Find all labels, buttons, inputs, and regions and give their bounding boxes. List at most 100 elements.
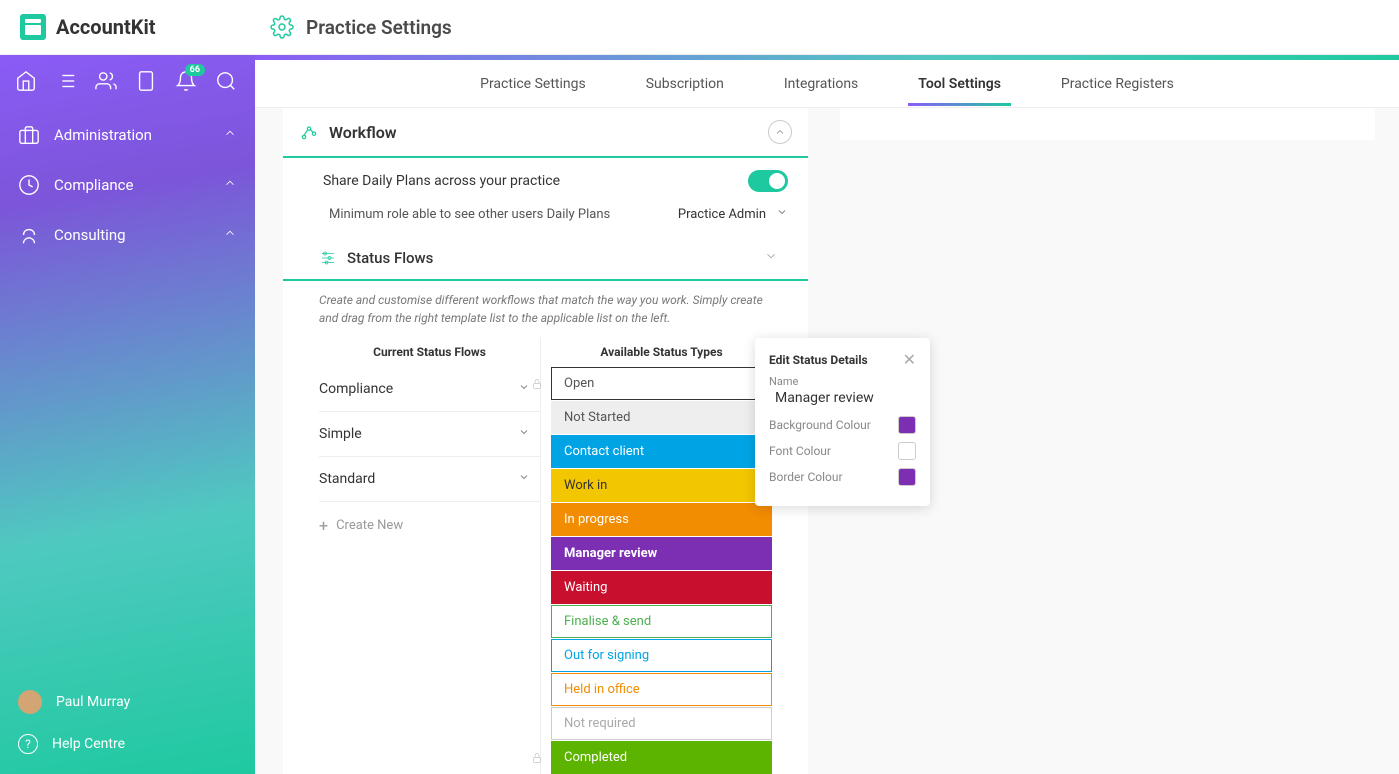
status-box[interactable]: Waiting [551,571,772,604]
chevron-down-icon [518,471,530,487]
user-profile[interactable]: Paul Murray [0,680,255,724]
status-item[interactable]: Not required [551,707,772,740]
sidebar-item-label: Compliance [54,176,133,194]
sidebar-toolbar: 66 [0,55,255,110]
border-color-swatch[interactable] [898,468,916,486]
chevron-up-icon [223,226,237,244]
status-item[interactable]: Out for signing [551,639,772,672]
flow-item-standard[interactable]: Standard [319,457,540,502]
status-item[interactable]: Waiting [551,571,772,604]
status-box[interactable]: Contact client [551,435,772,468]
status-box[interactable]: In progress [551,503,772,536]
tab-integrations[interactable]: Integrations [784,62,858,106]
status-item[interactable]: Contact client [551,435,772,468]
status-box[interactable]: Held in office [551,673,772,706]
min-role-row: Minimum role able to see other users Dai… [283,200,808,236]
status-flows-header[interactable]: Status Flows [283,236,808,281]
flow-item-simple[interactable]: Simple [319,412,540,457]
tab-practice-settings[interactable]: Practice Settings [480,62,586,106]
page-title: Practice Settings [306,16,452,39]
search-icon[interactable] [215,70,237,96]
status-item[interactable]: Completed [551,741,772,774]
list-icon[interactable] [55,70,77,96]
logo-area: AccountKit [0,14,255,40]
workflow-panel: Workflow Share Daily Plans across your p… [283,108,808,774]
page-title-area: Practice Settings [255,15,452,39]
border-color-label: Border Colour [769,470,898,484]
status-box[interactable]: Open [551,367,772,400]
border-color-row: Border Colour [769,468,916,486]
status-item[interactable]: Work in [551,469,772,502]
status-item[interactable]: Finalise & send [551,605,772,638]
plus-icon: + [319,516,328,535]
status-item[interactable]: Open [551,367,772,400]
logo-icon [20,14,46,40]
create-new-flow[interactable]: + Create New [319,502,540,549]
workflow-title: Workflow [329,123,768,142]
help-centre[interactable]: ? Help Centre [0,724,255,764]
close-icon[interactable]: ✕ [903,350,916,369]
bg-color-swatch[interactable] [898,416,916,434]
chevron-down-icon [518,381,530,397]
chevron-down-icon [776,206,788,222]
users-icon[interactable] [95,70,117,96]
status-item[interactable]: Not Started [551,401,772,434]
app-name: AccountKit [56,15,156,39]
status-box[interactable]: Manager review [551,537,772,570]
bg-color-row: Background Colour [769,416,916,434]
font-color-swatch[interactable] [898,442,916,460]
status-box[interactable]: Completed [551,741,772,774]
min-role-value[interactable]: Practice Admin [678,207,766,222]
flow-label: Simple [319,426,362,442]
name-input[interactable]: Manager review [769,390,916,406]
status-box[interactable]: Not required [551,707,772,740]
status-box[interactable]: Work in [551,469,772,502]
notification-badge: 66 [185,64,205,76]
sidebar-item-label: Consulting [54,226,126,244]
app-header: AccountKit Practice Settings [0,0,1399,55]
avatar [18,690,42,714]
collapse-button[interactable] [768,120,792,144]
main-content: Workflow Share Daily Plans across your p… [255,108,1399,774]
status-box[interactable]: Out for signing [551,639,772,672]
tab-tool-settings[interactable]: Tool Settings [918,62,1001,106]
sidebar-item-administration[interactable]: Administration [0,110,255,160]
sidebar-nav: Administration Compliance Consulting [0,110,255,260]
status-box[interactable]: Finalise & send [551,605,772,638]
col-left-header: Current Status Flows [319,337,540,367]
font-color-label: Font Colour [769,444,898,458]
sidebar-item-compliance[interactable]: Compliance [0,160,255,210]
status-box[interactable]: Not Started [551,401,772,434]
flow-label: Compliance [319,381,393,397]
edit-status-popup: Edit Status Details ✕ Name Manager revie… [755,338,930,506]
notification-icon[interactable]: 66 [175,70,197,96]
sidebar-bottom: Paul Murray ? Help Centre [0,680,255,764]
status-item[interactable]: Manager review [551,537,772,570]
col-right-header: Available Status Types [551,337,772,367]
lock-icon [531,749,543,768]
home-icon[interactable] [15,70,37,96]
flow-label: Standard [319,471,375,487]
tab-practice-registers[interactable]: Practice Registers [1061,62,1174,106]
settings-gear-icon [270,15,294,39]
flow-item-compliance[interactable]: Compliance [319,367,540,412]
popup-header: Edit Status Details ✕ [769,350,916,369]
status-item[interactable]: Held in office [551,673,772,706]
chevron-down-icon [518,426,530,442]
chevron-down-icon [764,248,788,267]
bg-color-label: Background Colour [769,418,898,432]
chevron-up-icon [223,126,237,144]
share-daily-plans-toggle[interactable] [748,170,788,192]
device-icon[interactable] [135,70,157,96]
tabs: Practice Settings Subscription Integrati… [255,60,1399,108]
status-flows-columns: Current Status Flows Compliance Simple S… [283,337,808,774]
status-item[interactable]: In progress [551,503,772,536]
help-label: Help Centre [52,736,125,752]
share-daily-plans-row: Share Daily Plans across your practice [283,158,808,200]
min-role-label: Minimum role able to see other users Dai… [329,207,610,222]
status-flows-help: Create and customise different workflows… [283,281,808,337]
create-new-label: Create New [336,518,403,533]
share-daily-plans-label: Share Daily Plans across your practice [323,173,748,189]
sidebar-item-consulting[interactable]: Consulting [0,210,255,260]
tab-subscription[interactable]: Subscription [646,62,724,106]
